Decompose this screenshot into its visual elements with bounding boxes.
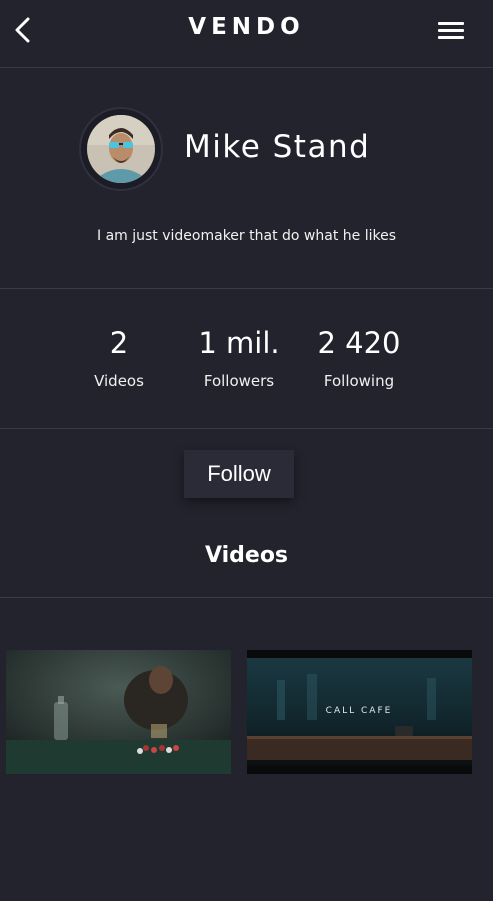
video-thumbnail[interactable]: CALL CAFE: [247, 650, 472, 774]
stat-value: 2 420: [317, 326, 401, 360]
profile-name: Mike Stand: [184, 129, 371, 165]
stat-videos[interactable]: 2 Videos: [59, 326, 179, 390]
stat-following[interactable]: 2 420 Following: [299, 326, 419, 390]
profile-bio: I am just videomaker that do what he lik…: [97, 228, 396, 244]
stats-section: 2 Videos 1 mil. Followers 2 420 Followin…: [0, 290, 493, 429]
profile-section: Mike Stand I am just videomaker that do …: [0, 69, 493, 289]
stat-label: Following: [323, 372, 395, 390]
menu-button[interactable]: [437, 20, 465, 42]
hamburger-menu-icon: [438, 22, 464, 39]
avatar[interactable]: [87, 115, 155, 183]
stat-value: 2: [109, 326, 129, 360]
follow-button[interactable]: Follow: [184, 450, 294, 498]
stat-followers[interactable]: 1 mil. Followers: [179, 326, 299, 390]
app-logo: VENDO: [188, 14, 305, 40]
video-thumbnail[interactable]: [6, 650, 231, 774]
stat-value: 1 mil.: [198, 326, 280, 360]
top-bar: VENDO: [0, 0, 493, 68]
stat-label: Videos: [94, 372, 144, 390]
videos-heading: Videos: [204, 543, 289, 568]
video-caption: CALL CAFE: [326, 706, 393, 716]
stat-label: Followers: [203, 372, 275, 390]
divider: [0, 597, 493, 598]
avatar-frame: [79, 107, 163, 191]
app-root: VENDO Mike Stand I am just videomaker th…: [0, 0, 493, 901]
